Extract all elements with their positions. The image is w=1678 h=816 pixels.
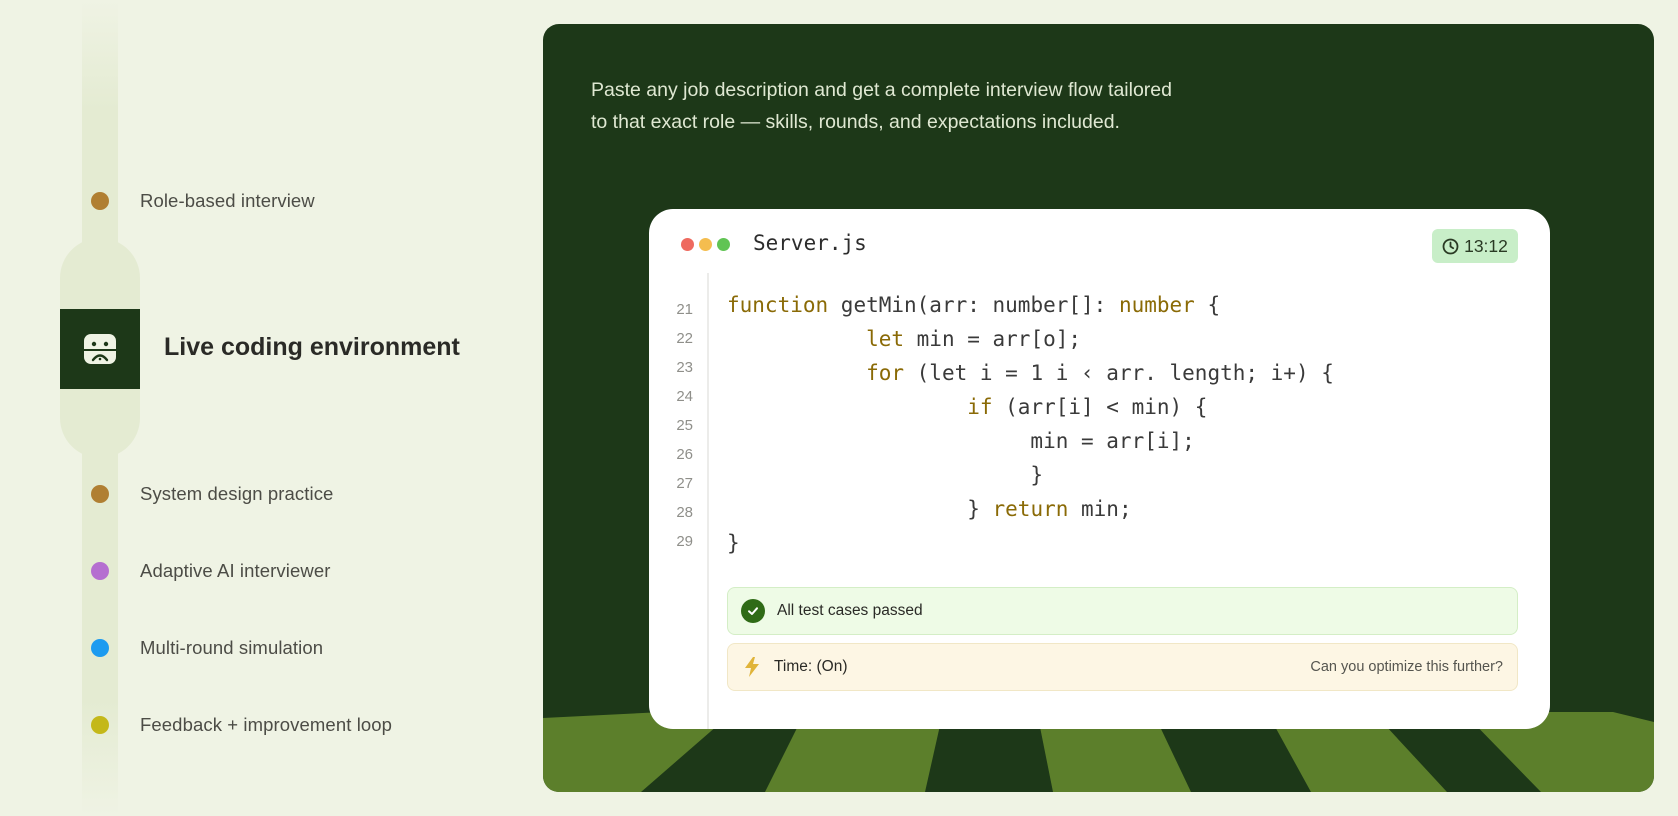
code-token: } [727,531,740,555]
timeline-item-feedback-loop[interactable]: Feedback + improvement loop [91,714,392,736]
code-line: let min = arr[o]; [727,322,1334,356]
line-number: 21 [676,301,693,318]
timeline-item-adaptive-ai[interactable]: Adaptive AI interviewer [91,560,330,582]
timeline-dot [91,639,109,657]
code-token: min = arr[i]; [727,429,1195,453]
timeline-dot [91,562,109,580]
timeline-item-role-based-interview[interactable]: Role-based interview [91,190,315,212]
timeline-item-multi-round[interactable]: Multi-round simulation [91,637,323,659]
timeline-item-label: System design practice [140,483,334,504]
code-keyword: if [967,395,993,419]
line-number: 25 [676,417,693,434]
code-line: } return min; [727,492,1334,526]
code-token: (arr[i] < min) { [992,395,1208,419]
code-area[interactable]: function getMin(arr: number[]: number { … [727,288,1334,560]
code-line: for (let i = 1 i ‹ arr. length; i+) { [727,356,1334,390]
test-result-text: All test cases passed [777,602,923,619]
code-token: min; [1068,497,1132,521]
active-item-label[interactable]: Live coding environment [164,333,460,362]
window-controls [681,238,730,251]
timeline-item-label: Role-based interview [140,190,315,211]
check-circle-icon [741,599,765,623]
code-token: } [727,463,1044,487]
maximize-window-button[interactable] [717,238,730,251]
code-line: } [727,458,1334,492]
code-token: { [1194,293,1221,317]
timer-value: 13:12 [1464,235,1508,256]
active-item-icon-box[interactable] [60,309,140,389]
feature-preview-panel: Paste any job description and get a comp… [543,24,1654,792]
timeline-track-bulge [60,388,140,458]
code-editor-card: Server.js 13:12 21 22 23 24 25 26 27 28 29 funct… [649,209,1550,729]
code-keyword: let [866,327,905,351]
file-name: Server.js [753,231,867,255]
timeline-item-label: Feedback + improvement loop [140,714,393,735]
complexity-text: Time: (On) [774,658,848,675]
line-numbers: 21 22 23 24 25 26 27 28 29 [649,295,693,556]
code-keyword: for [866,361,905,385]
line-number: 24 [676,388,693,405]
timeline-item-label: Adaptive AI interviewer [140,560,331,581]
line-number: 26 [676,446,693,463]
code-keyword: function [727,293,829,317]
feature-timeline: Role-based interview Live coding environ… [0,0,540,816]
complexity-banner: Time: (On) Can you optimize this further… [727,643,1518,691]
test-result-banner: All test cases passed [727,587,1518,635]
timer-badge: 13:12 [1432,229,1518,263]
timeline-dot [91,485,109,503]
line-number: 27 [676,475,693,492]
code-token: min = arr[o]; [904,327,1082,351]
clock-icon [1442,238,1459,254]
code-keyword: return [992,497,1069,521]
code-line: min = arr[i]; [727,424,1334,458]
lightning-icon [745,657,759,677]
code-token: } [727,497,993,521]
code-token: (let i = 1 i ‹ arr. length; i+) { [904,361,1334,385]
line-number: 23 [676,359,693,376]
timeline-dot [91,716,109,734]
timeline-item-label: Multi-round simulation [140,637,324,658]
code-line: function getMin(arr: number[]: number { [727,288,1334,322]
coding-face-icon [84,334,116,364]
line-number: 29 [676,533,693,550]
optimize-hint[interactable]: Can you optimize this further? [1310,659,1503,675]
line-number: 22 [676,330,693,347]
timeline-track-bulge [60,238,140,310]
line-number: 28 [676,504,693,521]
code-line: } [727,526,1334,560]
timeline-dot [91,192,109,210]
gutter-divider [707,273,709,729]
code-token: getMin(arr: number[]: [828,293,1119,317]
code-keyword: number [1118,293,1195,317]
minimize-window-button[interactable] [699,238,712,251]
code-line: if (arr[i] < min) { [727,390,1334,424]
timeline-item-system-design[interactable]: System design practice [91,483,333,505]
close-window-button[interactable] [681,238,694,251]
